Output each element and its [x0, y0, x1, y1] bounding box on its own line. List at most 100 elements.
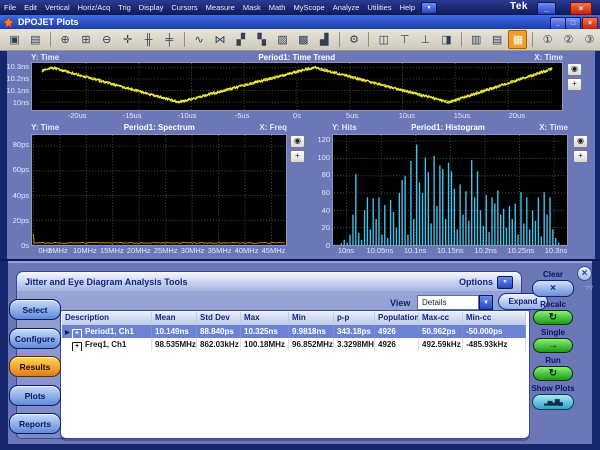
analysis-panel-titlebar[interactable]: Jitter and Eye Diagram Analysis Tools Op…	[16, 271, 522, 292]
vertical-cursors-icon[interactable]: ╫	[139, 30, 158, 49]
spectrum-plot-title: Period1: Spectrum	[124, 123, 195, 132]
view-label: View	[390, 298, 410, 308]
options-dropdown-button[interactable]: ▼	[497, 276, 513, 289]
plots-maximize-button[interactable]: □	[565, 17, 581, 30]
menu-item-horizacq[interactable]: Horiz/Acq	[74, 3, 115, 12]
save-icon[interactable]: ▣	[5, 30, 24, 49]
run-button[interactable]: ↻	[533, 366, 573, 381]
menu-item-edit[interactable]: Edit	[20, 3, 41, 12]
row-expand-icon[interactable]: +	[72, 329, 82, 339]
y-tick-label: 10ns	[2, 99, 29, 107]
nav-button-configure[interactable]: Configure	[9, 328, 61, 349]
summary-icon[interactable]: ◨	[437, 30, 456, 49]
column-header-pp: p-p	[334, 312, 375, 325]
show-plots-button[interactable]: ▂▅▃▇▄	[532, 394, 574, 410]
menu-item-utilities[interactable]: Utilities	[363, 3, 395, 12]
menu-item-trig[interactable]: Trig	[114, 3, 135, 12]
menu-item-math[interactable]: Math	[265, 3, 290, 12]
menu-overflow-button[interactable]: ▼	[421, 2, 437, 14]
app-close-button[interactable]: ×	[570, 2, 592, 15]
menu-item-file[interactable]: File	[0, 3, 20, 12]
histogram-zoom-button[interactable]: +	[573, 150, 588, 163]
bathtub-plot-icon[interactable]: ▩	[294, 30, 313, 49]
layout-grid-icon[interactable]: ▦	[508, 30, 527, 49]
readout-icon[interactable]: ◫	[374, 30, 393, 49]
options-label[interactable]: Options	[459, 277, 493, 287]
layout-columns-icon[interactable]: ▥	[467, 30, 486, 49]
menu-item-cursors[interactable]: Cursors	[167, 3, 201, 12]
histogram-plot-icon[interactable]: ▞	[231, 30, 250, 49]
pan-icon[interactable]: ✛	[118, 30, 137, 49]
eye-plot-icon[interactable]: ▨	[273, 30, 292, 49]
menu-item-vertical[interactable]: Vertical	[41, 3, 74, 12]
nav-button-reports[interactable]: Reports	[9, 413, 61, 434]
column-header-max: Max	[241, 312, 289, 325]
spectrum-plot-canvas[interactable]: 80ps60ps40ps20ps0s0Hz5MHz10MHz15MHz20MHz…	[31, 134, 287, 246]
time-trend-zoom-button[interactable]: +	[567, 78, 582, 91]
x-tick-label: 20us	[497, 112, 537, 120]
x-tick-label: 45MHz	[254, 247, 294, 255]
y-tick-label: 100	[303, 154, 330, 162]
view-2-icon[interactable]: ②	[559, 30, 578, 49]
view-select[interactable]: Details	[417, 295, 479, 310]
row-expand-icon[interactable]: +	[72, 342, 82, 352]
spectrum-plot-header: Y: TimePeriod1: SpectrumX: Freq	[31, 122, 287, 132]
toolbar-separator	[532, 32, 533, 47]
histogram-plot-canvas[interactable]: 12010080604020010ns10.05ns10.1ns10.15ns1…	[332, 134, 568, 246]
nav-button-select[interactable]: Select	[9, 299, 61, 320]
toolbar-separator	[368, 32, 369, 47]
menu-bar: FileEditVerticalHoriz/AcqTrigDisplayCurs…	[0, 0, 600, 15]
plots-close-button[interactable]: ×	[582, 17, 598, 30]
measurement-value: 10.149ns	[152, 325, 197, 338]
recalc-button[interactable]: ↻	[533, 310, 573, 325]
recalc-button-label: Recalc	[540, 300, 566, 309]
print-icon[interactable]: ▤	[26, 30, 45, 49]
single-button[interactable]: →	[533, 338, 573, 353]
app-bottom-border	[0, 444, 600, 450]
table-row[interactable]: ▶+Period1, Ch110.149ns88.840ps10.325ns9.…	[62, 325, 526, 338]
menu-item-measure[interactable]: Measure	[202, 3, 239, 12]
app-minimize-button[interactable]: _	[537, 2, 556, 15]
x-tick-label: -5us	[222, 112, 262, 120]
measurement-description: Freq1, Ch1	[85, 340, 126, 349]
menu-item-mask[interactable]: Mask	[239, 3, 265, 12]
view-1-icon[interactable]: ①	[538, 30, 557, 49]
nav-button-plots[interactable]: Plots	[9, 385, 61, 406]
time-trend-reset-zoom-button[interactable]: ◉	[567, 63, 582, 76]
plots-window-titlebar[interactable]: DPOJET Plots _ □ ×	[0, 15, 600, 29]
nav-button-results[interactable]: Results	[9, 356, 61, 377]
configure-wrench-icon[interactable]: ⚙	[345, 30, 364, 49]
panel-divider-highlight	[0, 261, 600, 263]
menu-item-analyze[interactable]: Analyze	[329, 3, 364, 12]
plots-minimize-button[interactable]: _	[550, 17, 566, 30]
view-3-icon[interactable]: ③	[580, 30, 599, 49]
panel-close-button[interactable]: ×	[577, 266, 592, 281]
plots-window-title: DPOJET Plots	[18, 17, 79, 27]
zoom-in-icon[interactable]: ⊕	[56, 30, 75, 49]
view-select-arrow[interactable]: ▼	[479, 295, 493, 310]
zoom-area-icon[interactable]: ⊞	[77, 30, 96, 49]
histogram-y-axis-label: Y: Hits	[332, 123, 357, 132]
menu-item-display[interactable]: Display	[135, 3, 168, 12]
marker-icon[interactable]: ⊤	[395, 30, 414, 49]
clear-button[interactable]: ×	[532, 280, 574, 297]
oscilloscope-screen: FileEditVerticalHoriz/AcqTrigDisplayCurs…	[0, 0, 600, 450]
menu-item-myscope[interactable]: MyScope	[289, 3, 328, 12]
table-row[interactable]: +Freq1, Ch198.535MHz862.03kHz100.18MHz96…	[62, 338, 526, 351]
transfer-plot-icon[interactable]: ⋈	[211, 30, 230, 49]
clear-annotations-icon[interactable]: ⊥	[416, 30, 435, 49]
panel-resize-arrows[interactable]: ▿▿	[583, 283, 595, 292]
histogram-reset-zoom-button[interactable]: ◉	[573, 135, 588, 148]
time-trend-x-axis-label: X: Time	[534, 53, 563, 62]
layout-rows-icon[interactable]: ▤	[488, 30, 507, 49]
menu-item-help[interactable]: Help	[396, 3, 419, 12]
toolbar-separator	[339, 32, 340, 47]
time-trend-plot-canvas[interactable]: 10.3ns10.2ns10.1ns10ns-20us-15us-10us-5u…	[31, 62, 563, 111]
horizontal-cursors-icon[interactable]: ╪	[160, 30, 179, 49]
spectrum-plot-icon[interactable]: ▚	[252, 30, 271, 49]
time-trend-plot-icon[interactable]: ∿	[190, 30, 209, 49]
waveform-plot-icon[interactable]: ▟	[315, 30, 334, 49]
plots-toolbar: ▣▤⊕⊞⊖✛╫╪∿⋈▞▚▨▩▟⚙◫⊤⊥◨▥▤▦①②③	[0, 29, 600, 51]
app-left-border	[0, 261, 8, 450]
zoom-out-icon[interactable]: ⊖	[97, 30, 116, 49]
